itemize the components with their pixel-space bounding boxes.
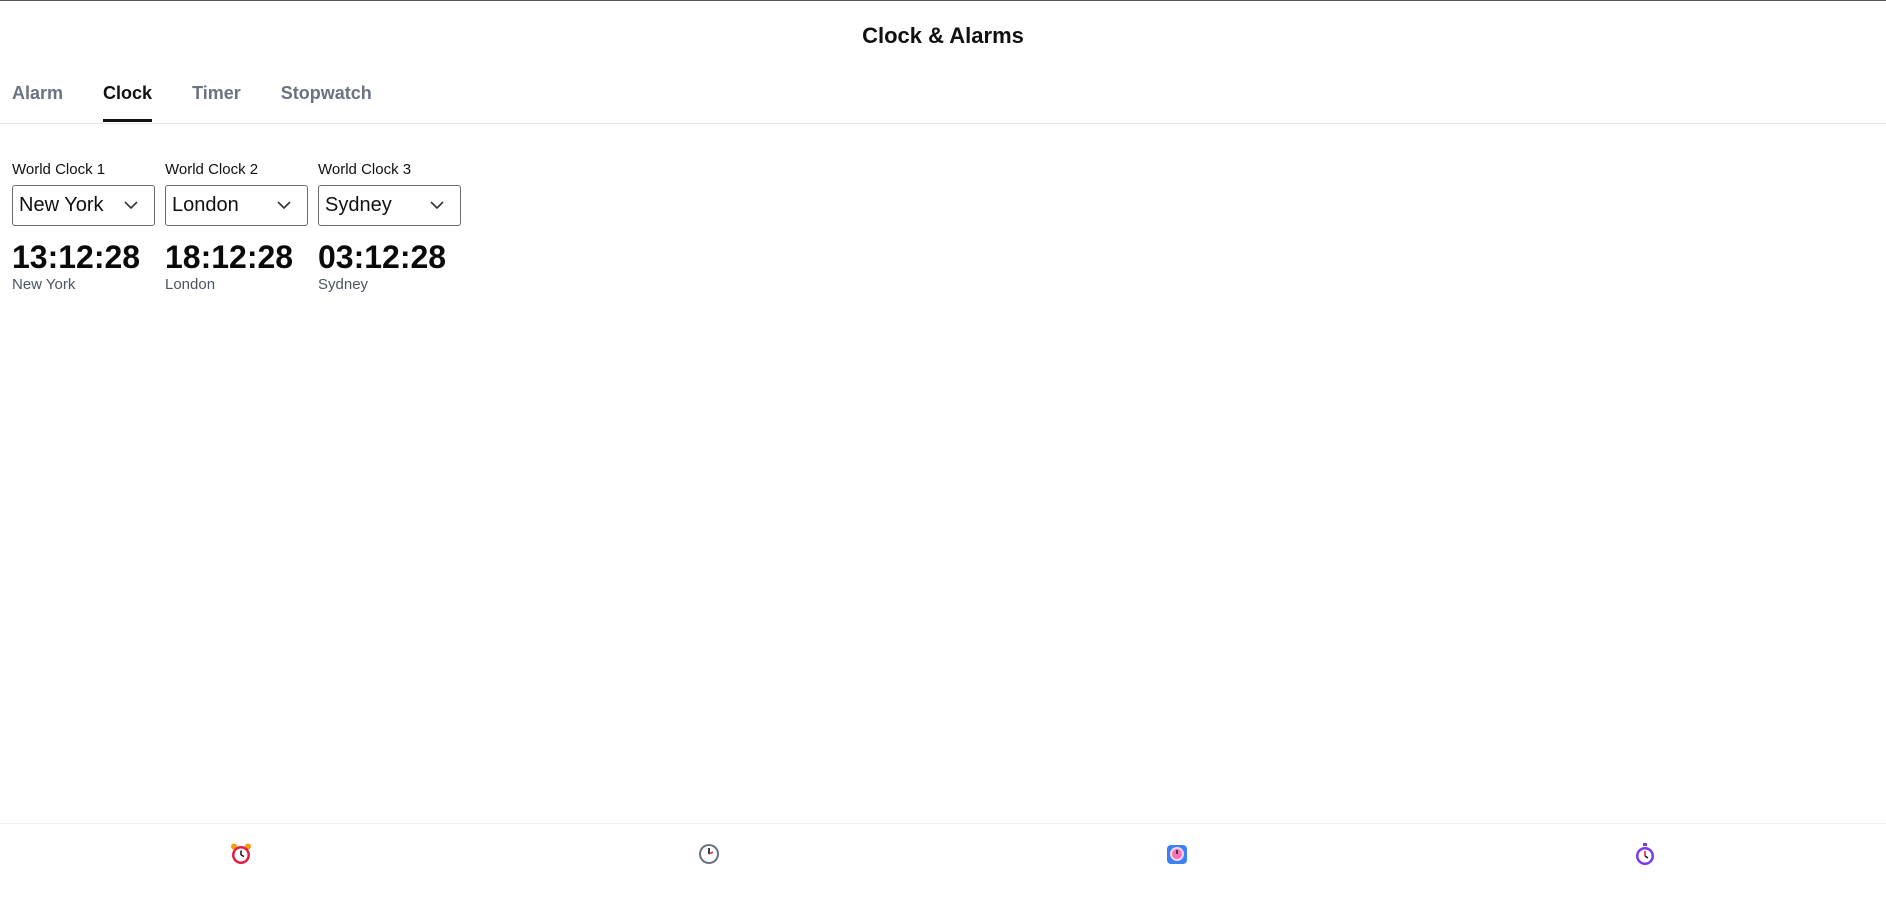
clock-city: Sydney [318,276,369,293]
chevron-down-icon [430,201,444,210]
alarm-clock-icon[interactable] [229,842,253,866]
city-select-value: New York [19,194,104,216]
world-clock-1: World Clock 1 New York 13:12:28 New York [12,161,155,294]
tabs-divider [0,123,1886,124]
chevron-down-icon [277,201,291,210]
city-select-value: Sydney [325,194,392,216]
city-select-3[interactable]: Sydney [318,185,461,226]
clock-time: 03:12:28 [318,239,447,275]
tab-clock[interactable]: Clock [103,67,153,123]
city-select-value: London [172,194,239,216]
world-clock-label: World Clock 2 [165,161,259,178]
clock-city: New York [12,276,76,293]
clock-time: 18:12:28 [165,239,294,275]
clock-icon[interactable] [697,842,721,866]
city-select-1[interactable]: New York [12,185,155,226]
tab-alarm[interactable]: Alarm [12,67,63,123]
tab-timer[interactable]: Timer [192,67,241,123]
app-title: Clock & Alarms [862,23,1024,48]
chevron-down-icon [124,201,138,210]
world-clock-label: World Clock 1 [12,161,106,178]
timer-icon[interactable] [1165,842,1189,866]
stopwatch-icon[interactable] [1633,842,1657,866]
clock-city: London [165,276,216,293]
bottom-nav-bar [0,823,1886,908]
world-clocks: World Clock 1 New York 13:12:28 New York… [12,161,471,294]
tab-bar: Alarm Clock Timer Stopwatch [12,67,1886,123]
tab-stopwatch[interactable]: Stopwatch [281,67,372,123]
world-clock-label: World Clock 3 [318,161,412,178]
city-select-2[interactable]: London [165,185,308,226]
clock-time: 13:12:28 [12,239,141,275]
clock-app-window: Clock & Alarms Alarm Clock Timer Stopwat… [0,0,1886,908]
world-clock-3: World Clock 3 Sydney 03:12:28 Sydney [318,161,461,294]
world-clock-2: World Clock 2 London 18:12:28 London [165,161,308,294]
